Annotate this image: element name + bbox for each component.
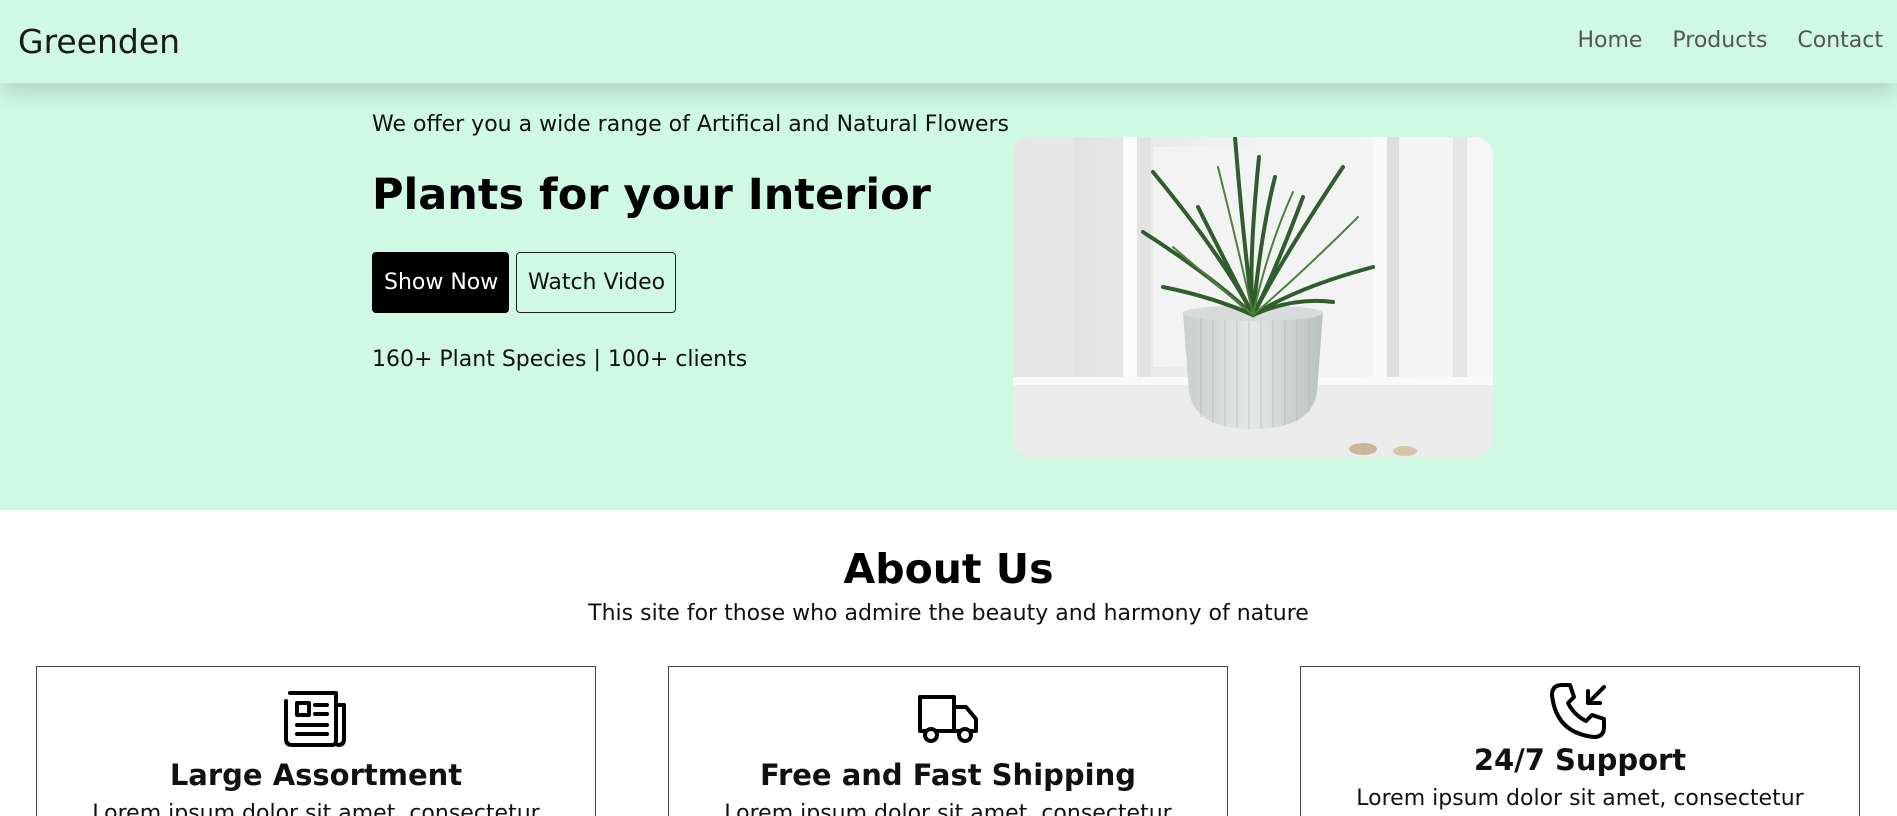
card-title: 24/7 Support [1473, 743, 1687, 777]
about-title: About Us [843, 545, 1054, 593]
watch-video-button[interactable]: Watch Video [516, 252, 676, 313]
card-title: Free and Fast Shipping [760, 758, 1136, 792]
feature-card: 24/7 Support Lorem ipsum dolor sit amet,… [1300, 666, 1860, 816]
navbar: Greenden Home Products Contact [0, 0, 1897, 83]
feature-card: Free and Fast Shipping Lorem ipsum dolor… [668, 666, 1228, 816]
truck-icon [914, 687, 982, 749]
card-text: Lorem ipsum dolor sit amet, consectetur [1356, 786, 1804, 811]
nav-link-products[interactable]: Products [1672, 28, 1767, 53]
nav-links: Home Products Contact [1547, 28, 1883, 53]
hero-headline: Plants for your Interior [372, 170, 931, 220]
nav-link-contact[interactable]: Contact [1797, 28, 1883, 53]
newspaper-icon [282, 687, 350, 749]
hero-stats: 160+ Plant Species | 100+ clients [372, 347, 748, 372]
show-now-button[interactable]: Show Now [372, 252, 509, 313]
card-title: Large Assortment [169, 758, 463, 792]
about-subtitle: This site for those who admire the beaut… [588, 601, 1309, 626]
feature-card: Large Assortment Lorem ipsum dolor sit a… [36, 666, 596, 816]
hero-tagline: We offer you a wide range of Artifical a… [372, 112, 1009, 137]
hero-section: We offer you a wide range of Artifical a… [0, 83, 1897, 510]
card-text: Lorem ipsum dolor sit amet, consectetur [724, 801, 1172, 816]
card-text: Lorem ipsum dolor sit amet, consectetur [92, 801, 540, 816]
phone-incoming-icon [1546, 681, 1614, 743]
nav-link-home[interactable]: Home [1577, 28, 1642, 53]
hero-plant-image [1013, 137, 1493, 457]
brand-logo[interactable]: Greenden [18, 22, 180, 61]
